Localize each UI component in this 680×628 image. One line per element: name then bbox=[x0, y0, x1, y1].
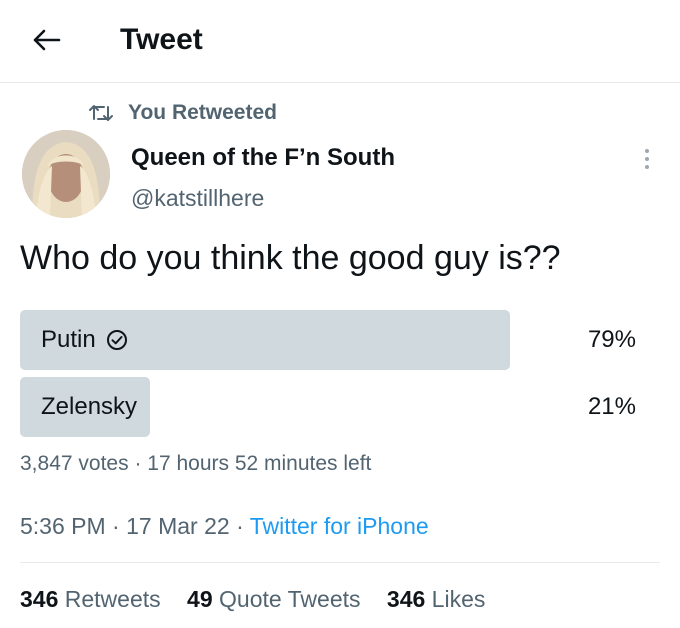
quote-tweets-count: 49 bbox=[187, 586, 213, 612]
retweets-stat[interactable]: 346 Retweets bbox=[20, 586, 161, 612]
tweet-date[interactable]: 17 Mar 22 bbox=[126, 513, 230, 539]
retweets-count: 346 bbox=[20, 586, 59, 612]
tweet-time[interactable]: 5:36 PM bbox=[20, 513, 106, 539]
poll-option-percent: 21% bbox=[587, 393, 636, 420]
retweet-context: You Retweeted bbox=[88, 98, 277, 128]
retweet-icon bbox=[88, 102, 114, 124]
check-circle-icon bbox=[106, 329, 128, 351]
author-name[interactable]: Queen of the F’n South bbox=[131, 142, 395, 174]
separator-dot: · bbox=[134, 452, 148, 475]
quote-tweets-label: Quote Tweets bbox=[219, 586, 361, 612]
more-dot bbox=[645, 165, 649, 169]
likes-stat[interactable]: 346 Likes bbox=[387, 586, 485, 612]
tweet-timestamp-row: 5:36 PM · 17 Mar 22 · Twitter for iPhone bbox=[20, 510, 429, 542]
divider bbox=[20, 562, 660, 563]
author-handle[interactable]: @katstillhere bbox=[131, 182, 264, 214]
retweet-label: You Retweeted bbox=[128, 101, 277, 124]
poll-time-left: 17 hours 52 minutes left bbox=[147, 452, 372, 475]
separator-dot: · bbox=[236, 513, 250, 539]
engagement-stats: 346 Retweets 49 Quote Tweets 346 Likes bbox=[20, 583, 505, 615]
page-title: Tweet bbox=[120, 23, 203, 56]
poll-option-label: Putin bbox=[41, 326, 96, 353]
likes-label: Likes bbox=[431, 586, 486, 612]
likes-count: 346 bbox=[386, 586, 426, 612]
more-dot bbox=[645, 149, 649, 153]
separator-dot: · bbox=[112, 513, 127, 539]
quote-tweets-stat[interactable]: 49 Quote Tweets bbox=[187, 586, 360, 612]
retweets-label: Retweets bbox=[64, 586, 161, 612]
more-dot bbox=[645, 157, 649, 161]
poll-meta: 3,847 votes · 17 hours 52 minutes left bbox=[20, 450, 371, 478]
poll-option-label: Zelensky bbox=[41, 393, 138, 420]
more-options-button[interactable] bbox=[632, 142, 662, 176]
top-bar: Tweet bbox=[0, 0, 680, 83]
poll-votes: 3,847 votes bbox=[20, 452, 129, 475]
poll-option-zelensky: Zelensky 21% bbox=[20, 377, 640, 437]
poll-option-putin: Putin 79% bbox=[20, 310, 640, 370]
back-button[interactable] bbox=[26, 20, 66, 60]
poll-option-percent: 79% bbox=[587, 326, 636, 353]
avatar[interactable] bbox=[22, 130, 110, 218]
arrow-left-icon bbox=[33, 29, 61, 51]
tweet-source-link[interactable]: Twitter for iPhone bbox=[250, 513, 429, 539]
tweet-text: Who do you think the good guy is?? bbox=[20, 239, 561, 277]
